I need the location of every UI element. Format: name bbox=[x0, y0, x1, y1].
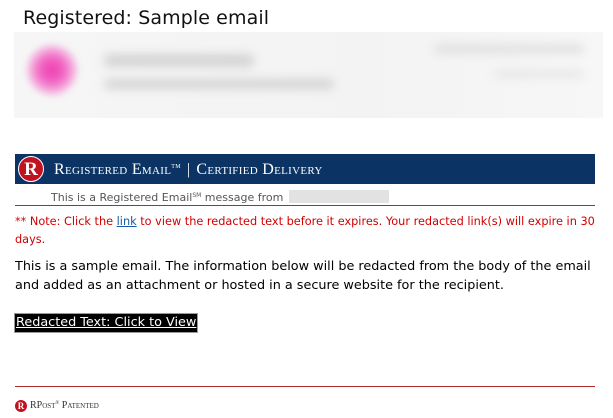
rpost-logo-icon: R bbox=[18, 156, 44, 182]
blurred-recipient-line bbox=[104, 79, 334, 89]
note-prefix: ** Note: Click the bbox=[15, 215, 117, 228]
view-redacted-link[interactable]: link bbox=[117, 215, 137, 228]
notice-text-prefix: This is a Registered Email bbox=[51, 191, 193, 204]
expiry-note: ** Note: Click the link to view the reda… bbox=[15, 213, 597, 249]
sender-avatar bbox=[26, 44, 78, 96]
rpost-footer-logo-icon: R bbox=[15, 400, 27, 412]
registered-email-notice: This is a Registered EmailSM message fro… bbox=[51, 190, 389, 204]
footer-patented: RPost® Patented bbox=[30, 400, 99, 411]
email-body-text: This is a sample email. The information … bbox=[15, 259, 591, 293]
registered-email-banner: R Registered EmailTM | Certified Delivery bbox=[15, 154, 595, 184]
notice-trademark: SM bbox=[192, 192, 202, 199]
top-divider bbox=[15, 205, 595, 206]
blurred-sender-header bbox=[14, 32, 603, 118]
blurred-date bbox=[434, 44, 584, 54]
notice-text-suffix: message from bbox=[201, 191, 284, 204]
sender-address-redacted bbox=[288, 190, 389, 203]
banner-title: Registered EmailTM | Certified Delivery bbox=[54, 161, 323, 179]
blurred-sender-name bbox=[104, 54, 254, 67]
banner-title-part1: Registered Email bbox=[54, 161, 172, 178]
footer-brand: RPost bbox=[30, 400, 56, 411]
banner-separator: | bbox=[186, 161, 191, 178]
blurred-actions bbox=[494, 70, 584, 78]
footer-patented-label: Patented bbox=[59, 400, 99, 411]
bottom-divider bbox=[15, 386, 595, 387]
redacted-text-view-button[interactable]: Redacted Text: Click to View bbox=[14, 313, 199, 333]
email-subject: Registered: Sample email bbox=[23, 7, 270, 29]
banner-title-part2: Certified Delivery bbox=[196, 161, 323, 178]
banner-trademark: TM bbox=[171, 164, 181, 170]
